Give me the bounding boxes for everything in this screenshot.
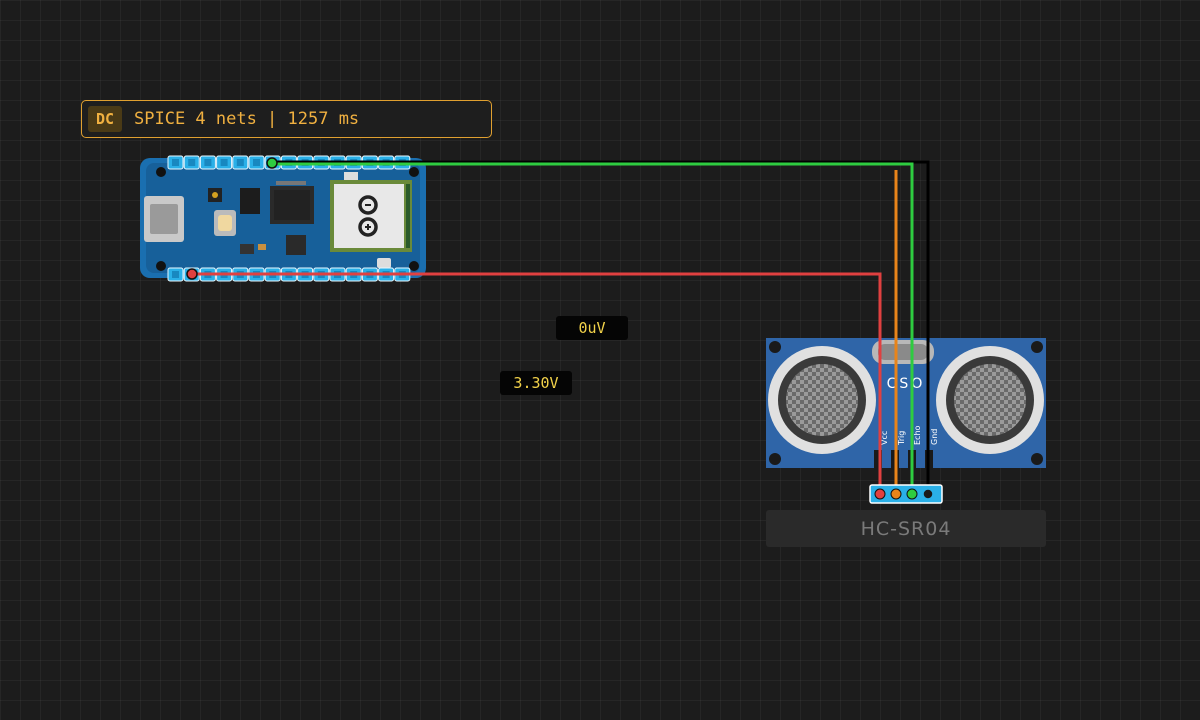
- pin-echo[interactable]: [906, 488, 918, 500]
- pin-socket: [172, 271, 179, 278]
- breadboard-canvas[interactable]: CSO Vcc Trig Echo Gnd: [0, 0, 1200, 720]
- mount-hole: [156, 261, 166, 271]
- pin-socket: [204, 159, 212, 166]
- arduino-pin-power[interactable]: [186, 268, 198, 280]
- regulator-chip: [240, 188, 260, 214]
- sensor-pin-header[interactable]: [869, 484, 943, 504]
- voltage-probe-signal[interactable]: 0uV: [556, 316, 628, 340]
- transmitter-transducer: [768, 346, 876, 454]
- pin-socket: [253, 159, 260, 166]
- mount-hole: [409, 167, 419, 177]
- mount-hole: [769, 341, 781, 353]
- pin-socket: [220, 159, 228, 166]
- mount-hole: [156, 167, 166, 177]
- pin-gnd[interactable]: [922, 488, 934, 500]
- pin-label-gnd: Gnd: [930, 429, 939, 445]
- arduino-pin-signal[interactable]: [266, 157, 278, 169]
- sensor-silk-label: CSO: [887, 376, 926, 392]
- mount-hole: [1031, 341, 1043, 353]
- pin-vcc[interactable]: [874, 488, 886, 500]
- pin-socket: [188, 159, 196, 166]
- mount-hole: [409, 261, 419, 271]
- pin-label-echo: Echo: [913, 425, 922, 445]
- receiver-transducer: [936, 346, 1044, 454]
- arduino-board[interactable]: [140, 158, 426, 278]
- ic-chip: [286, 235, 306, 255]
- pin-socket: [172, 159, 179, 166]
- pin-trig[interactable]: [890, 488, 902, 500]
- voltage-probe-power[interactable]: 3.30V: [500, 371, 572, 395]
- component-name-label[interactable]: HC-SR04: [766, 510, 1046, 547]
- pin-socket: [236, 159, 244, 166]
- pin-label-trig: Trig: [897, 431, 906, 446]
- mount-hole: [769, 453, 781, 465]
- mount-hole: [1031, 453, 1043, 465]
- hc-sr04-sensor[interactable]: CSO Vcc Trig Echo Gnd: [766, 338, 1046, 470]
